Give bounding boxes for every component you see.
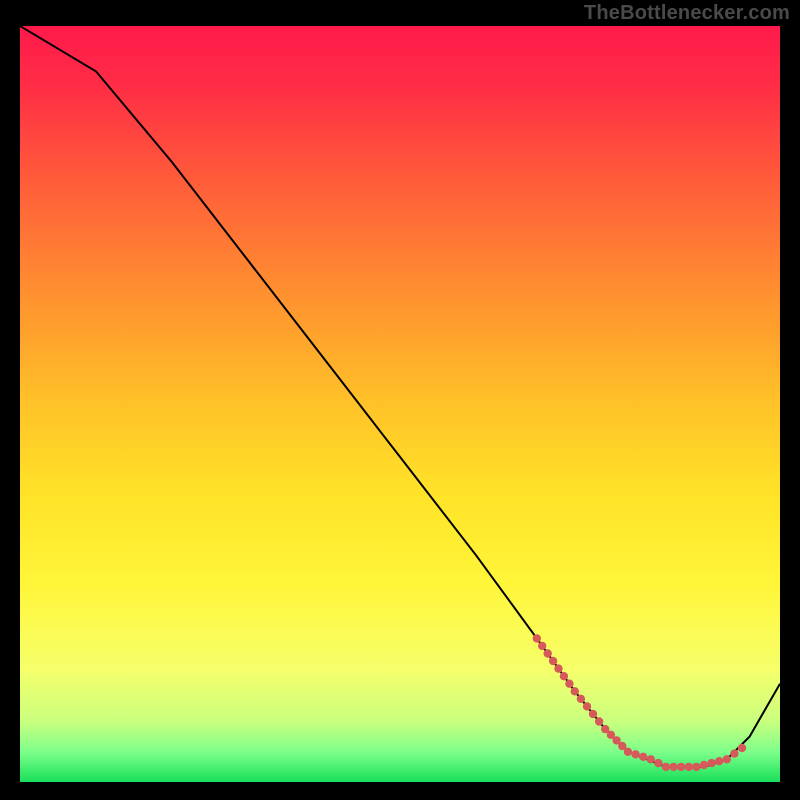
- trough-dot: [715, 757, 723, 765]
- trough-dot: [554, 664, 562, 672]
- trough-dot: [639, 753, 647, 761]
- trough-dot: [738, 744, 746, 752]
- trough-dot: [662, 763, 670, 771]
- trough-dot: [533, 634, 541, 642]
- chart-container: TheBottlenecker.com: [0, 0, 800, 800]
- trough-dot: [583, 702, 591, 710]
- plot-background: [20, 26, 780, 782]
- trough-dot: [595, 717, 603, 725]
- trough-dot: [549, 657, 557, 665]
- trough-dot: [647, 755, 655, 763]
- trough-dot: [723, 755, 731, 763]
- trough-dot: [685, 763, 693, 771]
- watermark-text: TheBottlenecker.com: [584, 2, 790, 25]
- trough-dot: [565, 680, 573, 688]
- trough-dot: [589, 710, 597, 718]
- trough-dot: [677, 763, 685, 771]
- trough-dot: [692, 763, 700, 771]
- trough-dot: [571, 687, 579, 695]
- trough-dot: [730, 749, 738, 757]
- trough-dot: [669, 763, 677, 771]
- trough-dot: [577, 695, 585, 703]
- trough-dot: [654, 759, 662, 767]
- trough-dot: [700, 761, 708, 769]
- plot-svg: [20, 26, 780, 782]
- trough-dot: [624, 748, 632, 756]
- trough-dot: [707, 759, 715, 767]
- trough-dot: [544, 649, 552, 657]
- trough-dot: [560, 672, 568, 680]
- trough-dot: [538, 642, 546, 650]
- plot-frame: [20, 26, 780, 782]
- trough-dot: [631, 750, 639, 758]
